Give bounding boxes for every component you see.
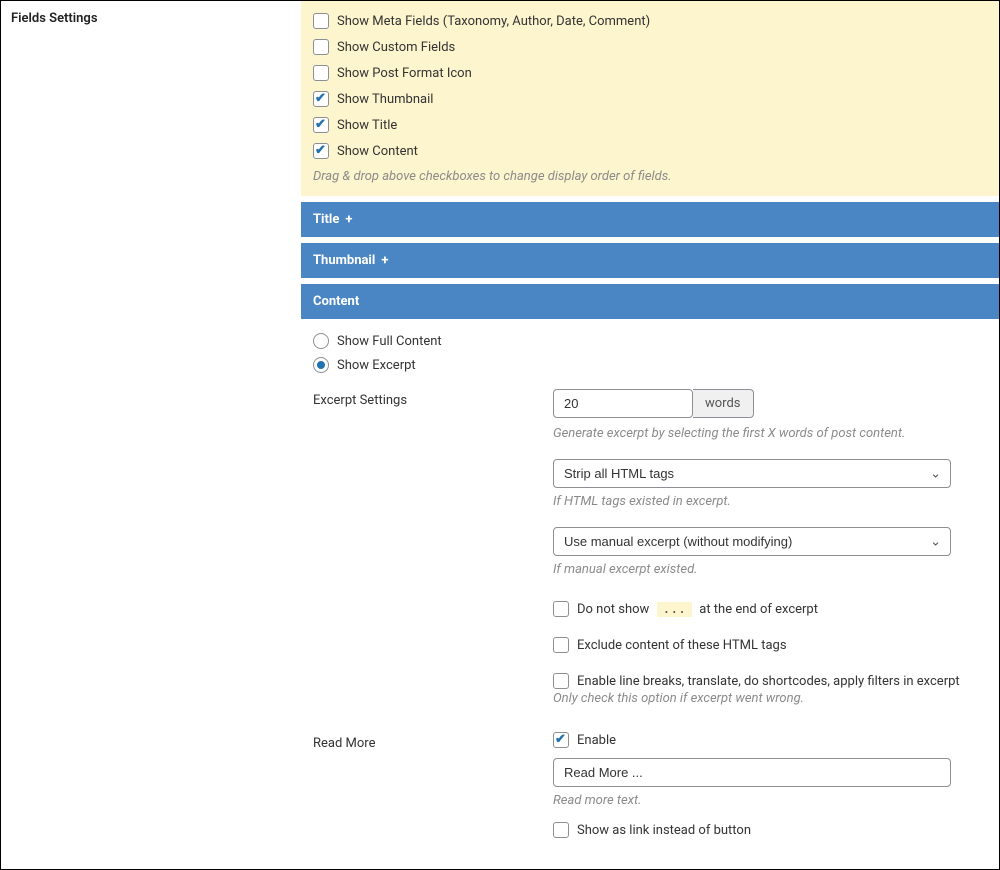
plus-icon: + [381, 253, 388, 268]
manual-hint: If manual excerpt existed. [553, 562, 987, 577]
accordion-content-label: Content [313, 294, 359, 309]
manual-excerpt-select[interactable]: Use manual excerpt (without modifying) [553, 527, 951, 556]
fields-checkbox-panel: Show Meta Fields (Taxonomy, Author, Date… [301, 1, 999, 196]
show-excerpt-label: Show Excerpt [337, 358, 416, 373]
show-custom-checkbox[interactable] [313, 39, 329, 55]
show-thumbnail-label: Show Thumbnail [337, 92, 433, 107]
readmore-heading: Read More [313, 732, 553, 838]
show-postformat-checkbox[interactable] [313, 65, 329, 81]
readmore-as-link-label: Show as link instead of button [577, 823, 751, 838]
accordion-thumbnail[interactable]: Thumbnail + [301, 243, 999, 278]
section-title: Fields Settings [1, 1, 301, 838]
enable-linebreaks-label: Enable line breaks, translate, do shortc… [577, 674, 960, 689]
show-postformat-label: Show Post Format Icon [337, 66, 472, 81]
accordion-thumbnail-label: Thumbnail [313, 253, 375, 268]
show-title-checkbox[interactable] [313, 117, 329, 133]
show-full-content-label: Show Full Content [337, 334, 442, 349]
excerpt-gen-hint: Generate excerpt by selecting the first … [553, 426, 987, 441]
readmore-enable-label: Enable [577, 733, 616, 748]
show-full-content-radio[interactable] [313, 333, 329, 349]
do-not-show-dots-label: Do not show ... at the end of excerpt [577, 602, 818, 617]
readmore-text-hint: Read more text. [553, 793, 987, 808]
show-custom-label: Show Custom Fields [337, 40, 455, 55]
excerpt-length-input[interactable] [553, 389, 693, 418]
show-meta-label: Show Meta Fields (Taxonomy, Author, Date… [337, 14, 650, 29]
accordion-title-label: Title [313, 212, 339, 227]
plus-icon: + [345, 212, 352, 227]
readmore-text-input[interactable] [553, 758, 951, 787]
linebreaks-hint: Only check this option if excerpt went w… [553, 691, 987, 706]
show-title-label: Show Title [337, 118, 397, 133]
accordion-title[interactable]: Title + [301, 202, 999, 237]
dots-badge: ... [657, 602, 692, 617]
excerpt-unit: words [693, 389, 754, 418]
exclude-tags-checkbox[interactable] [553, 637, 569, 653]
show-meta-checkbox[interactable] [313, 13, 329, 29]
accordion-content[interactable]: Content [301, 284, 999, 319]
exclude-tags-label: Exclude content of these HTML tags [577, 638, 787, 653]
strip-hint: If HTML tags existed in excerpt. [553, 494, 987, 509]
do-not-show-dots-checkbox[interactable] [553, 601, 569, 617]
show-thumbnail-checkbox[interactable] [313, 91, 329, 107]
excerpt-settings-heading: Excerpt Settings [313, 389, 553, 712]
readmore-enable-checkbox[interactable] [553, 732, 569, 748]
strip-html-select[interactable]: Strip all HTML tags [553, 459, 951, 488]
reorder-hint: Drag & drop above checkboxes to change d… [313, 169, 987, 184]
enable-linebreaks-checkbox[interactable] [553, 673, 569, 689]
show-content-checkbox[interactable] [313, 143, 329, 159]
show-content-label: Show Content [337, 144, 418, 159]
readmore-as-link-checkbox[interactable] [553, 822, 569, 838]
show-excerpt-radio[interactable] [313, 357, 329, 373]
